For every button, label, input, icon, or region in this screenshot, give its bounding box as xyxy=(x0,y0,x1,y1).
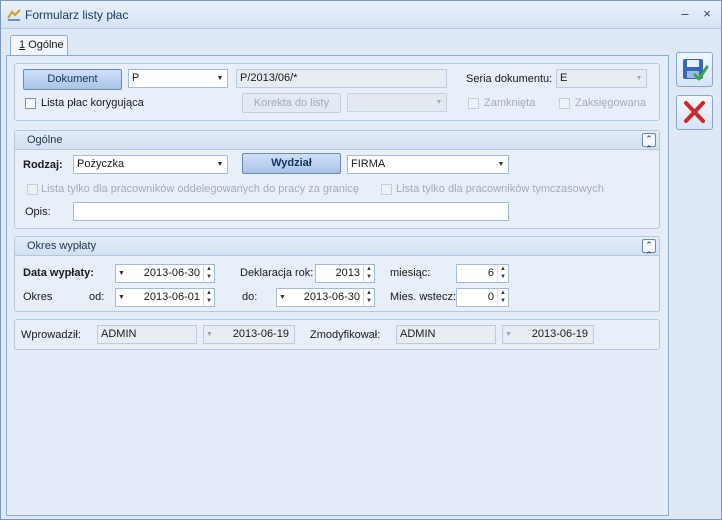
collapse-up-icon[interactable]: ⌃ ⌃ xyxy=(642,239,656,260)
zmodyfikowal-date-field: ▼ 2013-06-19 xyxy=(502,325,594,344)
dokument-prefix-value: P xyxy=(132,72,140,84)
ogolne-group: Ogólne ⌃ ⌃ Rodzaj: Pożyczka ▼ Wydział FIR… xyxy=(14,130,660,229)
save-icon xyxy=(683,59,709,81)
od-label: od: xyxy=(89,291,105,303)
od-date-value: 2013-06-01 xyxy=(143,291,200,303)
zmodyfikowal-user-value: ADMIN xyxy=(400,328,436,340)
oddelegowanych-checkbox[interactable] xyxy=(27,184,38,195)
dokument-button[interactable]: Dokument xyxy=(23,69,122,90)
zmodyfikowal-user-field: ADMIN xyxy=(396,325,496,344)
dokument-number-value: P/2013/06/* xyxy=(240,72,298,84)
chevron-down-icon[interactable]: ▼ xyxy=(118,265,128,282)
do-date-field[interactable]: ▼ 2013-06-30 ▲ ▼ xyxy=(276,288,375,307)
minimize-button[interactable]: – xyxy=(677,6,693,22)
document-header-group: Dokument P ▼ P/2013/06/* Seria dokumentu… xyxy=(14,63,660,121)
opis-label: Opis: xyxy=(25,206,51,218)
korekta-button[interactable]: Korekta do listy xyxy=(242,93,341,113)
dokument-prefix-select[interactable]: P ▼ xyxy=(128,69,228,88)
okres-title: Okres wypłaty xyxy=(27,240,97,252)
spinner-icon[interactable]: ▲ ▼ xyxy=(363,289,374,306)
ogolne-group-header: Ogólne ⌃ ⌃ xyxy=(15,131,659,154)
zaksiegowana-label: Zaksięgowana xyxy=(575,97,646,109)
zmodyfikowal-label: Zmodyfikował: xyxy=(310,329,381,341)
do-date-value: 2013-06-30 xyxy=(303,291,360,303)
miesiac-field[interactable]: 6 ▲ ▼ xyxy=(456,264,509,283)
rodzaj-label: Rodzaj: xyxy=(23,159,63,171)
chevron-down-icon[interactable]: ▼ xyxy=(213,156,227,173)
do-label: do: xyxy=(242,291,258,303)
close-window-button[interactable]: × xyxy=(699,6,715,22)
spinner-icon[interactable]: ▲ ▼ xyxy=(203,265,214,282)
zaksiegowana-checkbox[interactable] xyxy=(559,98,570,109)
oddelegowanych-label: Lista tylko dla pracowników oddelegowany… xyxy=(41,183,359,195)
collapse-up-icon[interactable]: ⌃ ⌃ xyxy=(642,133,656,154)
wprowadzil-user-value: ADMIN xyxy=(101,328,137,340)
wprowadzil-user-field: ADMIN xyxy=(97,325,197,344)
korygujaca-checkbox[interactable] xyxy=(25,98,36,109)
mies-wstecz-value: 0 xyxy=(487,291,494,303)
chevron-down-icon[interactable]: ▼ xyxy=(494,156,508,173)
tymczasowych-checkbox[interactable] xyxy=(381,184,392,195)
ogolne-title: Ogólne xyxy=(27,134,63,146)
zmodyfikowal-date-value: 2013-06-19 xyxy=(531,328,588,340)
save-button[interactable] xyxy=(676,52,713,87)
deklaracja-rok-field[interactable]: 2013 ▲ ▼ xyxy=(315,264,375,283)
chevron-down-icon[interactable]: ▼ xyxy=(279,289,289,306)
miesiac-value: 6 xyxy=(487,267,494,279)
tab-label: Ogólne xyxy=(28,39,64,51)
wydzial-button[interactable]: Wydział xyxy=(242,153,341,174)
title-bar: Formularz listy płac – × xyxy=(1,1,721,29)
deklaracja-label: Deklaracja rok: xyxy=(240,267,314,279)
opis-input[interactable] xyxy=(73,202,509,221)
chevron-down-icon[interactable]: ▼ xyxy=(213,70,227,87)
tab-ogolne[interactable]: 1 Ogólne xyxy=(10,35,68,56)
window-title: Formularz listy płac xyxy=(25,8,129,22)
spinner-icon[interactable]: ▲ ▼ xyxy=(497,265,508,282)
korygujaca-label: Lista płac korygująca xyxy=(41,97,144,109)
od-date-field[interactable]: ▼ 2013-06-01 ▲ ▼ xyxy=(115,288,215,307)
cancel-button[interactable] xyxy=(676,95,713,130)
rodzaj-value: Pożyczka xyxy=(77,158,125,170)
okres-label: Okres xyxy=(23,291,53,303)
wprowadzil-date-value: 2013-06-19 xyxy=(232,328,289,340)
data-wyplaty-field[interactable]: ▼ 2013-06-30 ▲ ▼ xyxy=(115,264,215,283)
okres-wyplaty-group: Okres wypłaty ⌃ ⌃ Data wypłaty: ▼ 2013-06… xyxy=(14,236,660,312)
mies-wstecz-label: Mies. wstecz: xyxy=(390,291,457,303)
seria-select[interactable]: E ▼ xyxy=(556,69,647,88)
seria-label: Seria dokumentu: xyxy=(466,73,553,85)
wydzial-select[interactable]: FIRMA ▼ xyxy=(347,155,509,174)
payroll-form-window: Formularz listy płac – × 1 Ogólne Dokume… xyxy=(0,0,722,520)
data-wyplaty-label: Data wypłaty: xyxy=(23,267,94,279)
wprowadzil-label: Wprowadził: xyxy=(21,329,81,341)
wprowadzil-date-field: ▼ 2013-06-19 xyxy=(203,325,295,344)
dokument-number-field: P/2013/06/* xyxy=(236,69,447,88)
chevron-down-icon[interactable]: ▼ xyxy=(432,94,446,111)
audit-group: Wprowadził: ADMIN ▼ 2013-06-19 Zmodyfiko… xyxy=(14,319,660,350)
deklaracja-rok-value: 2013 xyxy=(335,267,360,279)
zamknieta-label: Zamknięta xyxy=(484,97,536,109)
mies-wstecz-field[interactable]: 0 ▲ ▼ xyxy=(456,288,509,307)
app-icon xyxy=(7,9,21,21)
cancel-icon xyxy=(684,101,705,123)
tab-accelerator: 1 xyxy=(19,39,26,51)
chevron-down-icon: ▼ xyxy=(206,331,213,338)
spinner-icon[interactable]: ▲ ▼ xyxy=(363,265,374,282)
chevron-down-icon[interactable]: ▼ xyxy=(632,70,646,87)
zamknieta-checkbox[interactable] xyxy=(468,98,479,109)
tymczasowych-label: Lista tylko dla pracowników tymczasowych xyxy=(396,183,604,195)
chevron-down-icon[interactable]: ▼ xyxy=(118,289,128,306)
chevron-down-icon: ▼ xyxy=(505,331,512,338)
korekta-select[interactable]: ▼ xyxy=(347,93,447,112)
spinner-icon[interactable]: ▲ ▼ xyxy=(497,289,508,306)
seria-value: E xyxy=(560,72,568,84)
miesiac-label: miesiąc: xyxy=(390,267,431,279)
spinner-icon[interactable]: ▲ ▼ xyxy=(203,289,214,306)
data-wyplaty-value: 2013-06-30 xyxy=(143,267,200,279)
okres-group-header: Okres wypłaty ⌃ ⌃ xyxy=(15,237,659,260)
wydzial-value: FIRMA xyxy=(351,158,386,170)
rodzaj-select[interactable]: Pożyczka ▼ xyxy=(73,155,228,174)
